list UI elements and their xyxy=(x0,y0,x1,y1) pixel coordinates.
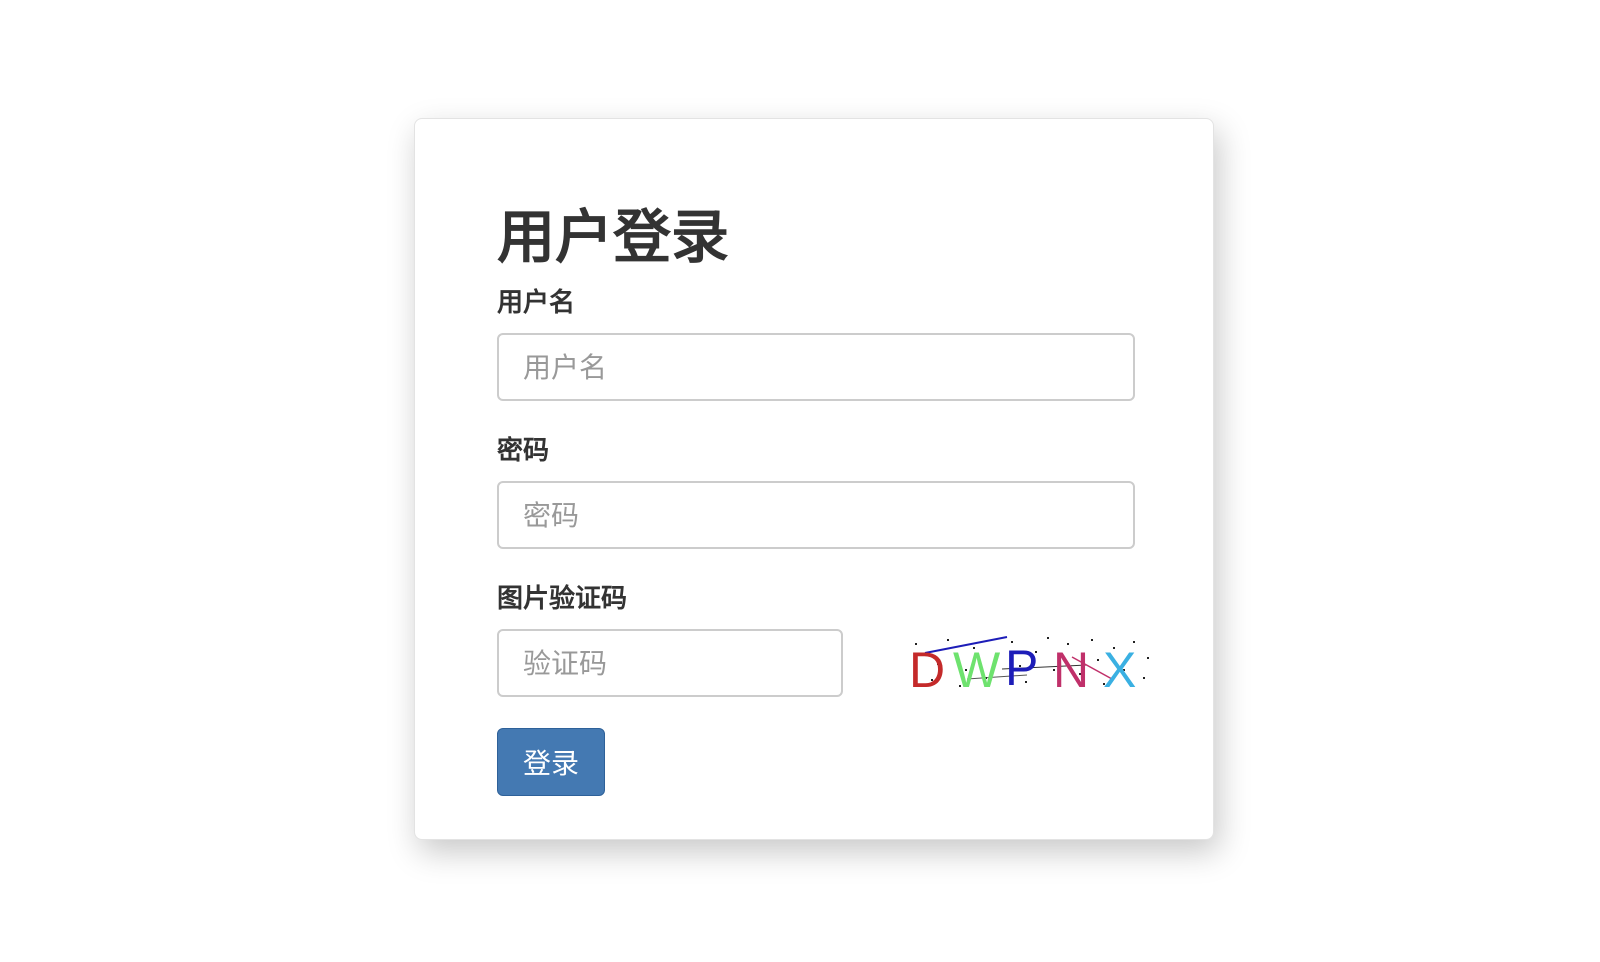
username-field-wrap xyxy=(497,333,1137,401)
captcha-input[interactable] xyxy=(497,629,843,697)
captcha-label: 图片验证码 xyxy=(497,584,628,614)
captcha-char: N xyxy=(1053,642,1089,697)
captcha-char: X xyxy=(1103,642,1136,697)
password-input[interactable] xyxy=(497,481,1135,549)
captcha-char: P xyxy=(1005,640,1038,696)
password-label: 密码 xyxy=(497,436,550,466)
captcha-char: W xyxy=(953,642,1001,697)
username-input[interactable] xyxy=(497,333,1135,401)
username-label: 用户名 xyxy=(497,288,576,318)
captcha-char: D xyxy=(909,642,945,697)
password-field-wrap xyxy=(497,481,1137,549)
captcha-image[interactable]: D W P N X xyxy=(907,629,1157,697)
captcha-row: D W P N X xyxy=(497,629,1149,697)
login-button[interactable]: 登录 xyxy=(497,728,605,796)
login-form: 用户登录 用户名 密码 图片验证码 xyxy=(497,197,1149,796)
login-card: 用户登录 用户名 密码 图片验证码 xyxy=(414,118,1214,840)
page-title: 用户登录 xyxy=(497,203,730,271)
